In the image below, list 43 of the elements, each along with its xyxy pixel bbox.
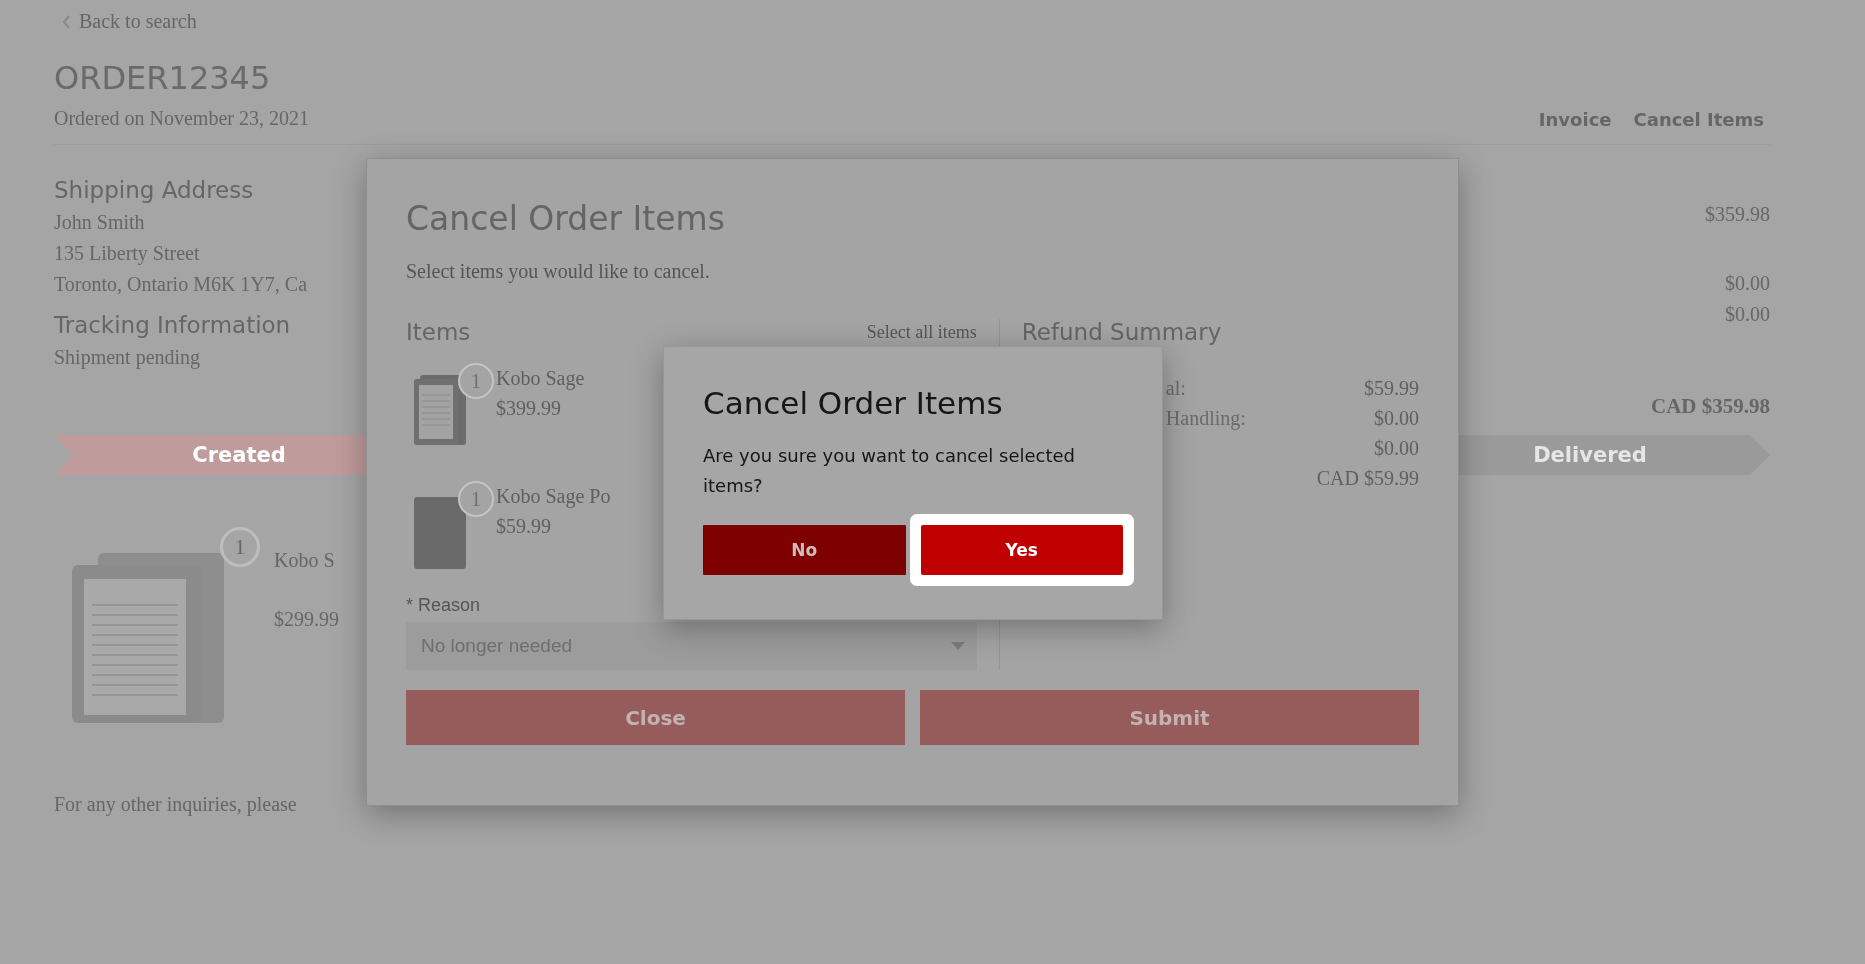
- order-date: Ordered on November 23, 2021: [54, 107, 309, 130]
- confirm-message: Are you sure you want to cancel selected items?: [703, 444, 1077, 498]
- product-name: Kobo Sage Po: [496, 484, 611, 510]
- refund-heading: Refund Summary: [1021, 319, 1223, 345]
- order-number: ORDER12345: [54, 59, 272, 97]
- tracking-status: Shipment pending: [54, 345, 202, 371]
- address-line: John Smith: [54, 210, 146, 235]
- refund-value: $59.99: [1364, 376, 1419, 401]
- product-name: Kobo Sage: [496, 366, 585, 392]
- footer-text: For any other inquiries, please: [54, 793, 298, 816]
- refund-value: $0.00: [1374, 406, 1419, 431]
- address-line: Toronto, Ontario M6K 1Y7, Ca: [54, 272, 308, 297]
- product-price: $399.99: [496, 396, 562, 421]
- caret-down-icon: [950, 642, 965, 650]
- dialog-button[interactable]: Submit: [920, 690, 1419, 745]
- section-heading: Shipping Address: [54, 177, 255, 203]
- quantity-badge: 1: [220, 527, 260, 567]
- refund-label: al:: [1165, 376, 1186, 401]
- items-heading: Items: [406, 319, 471, 345]
- dialog-button[interactable]: Close: [406, 690, 905, 745]
- address-line: 135 Liberty Street: [54, 241, 201, 267]
- refund-value: CAD $59.99: [1316, 466, 1419, 491]
- back-link[interactable]: Back to search: [62, 10, 197, 33]
- dialog-subtitle: Select items you would like to cancel.: [406, 260, 711, 283]
- refund-label: Handling:: [1165, 406, 1246, 432]
- amount-value: $0.00: [1725, 302, 1770, 327]
- order-action-link[interactable]: Invoice: [1538, 109, 1612, 130]
- confirm-title: Cancel Order Items: [703, 385, 1004, 421]
- amount-value: $359.98: [1705, 202, 1770, 227]
- ereader-icon: [412, 373, 468, 447]
- refund-value: $0.00: [1374, 436, 1419, 461]
- chevron-left-icon: [62, 14, 71, 29]
- product-price: $59.99: [496, 514, 552, 539]
- select-all-link[interactable]: Select all items: [866, 321, 977, 343]
- product-price: $299.99: [274, 608, 339, 631]
- order-total: CAD $359.98: [1651, 394, 1770, 419]
- section-heading: Tracking Information: [54, 312, 292, 338]
- confirm-button[interactable]: No: [703, 525, 906, 575]
- amount-value: $0.00: [1725, 271, 1770, 296]
- order-action-link[interactable]: Cancel Items: [1633, 109, 1764, 130]
- dialog-title: Cancel Order Items: [406, 199, 726, 238]
- reason-label: * Reason: [406, 595, 482, 616]
- product-name: Kobo S: [274, 549, 336, 572]
